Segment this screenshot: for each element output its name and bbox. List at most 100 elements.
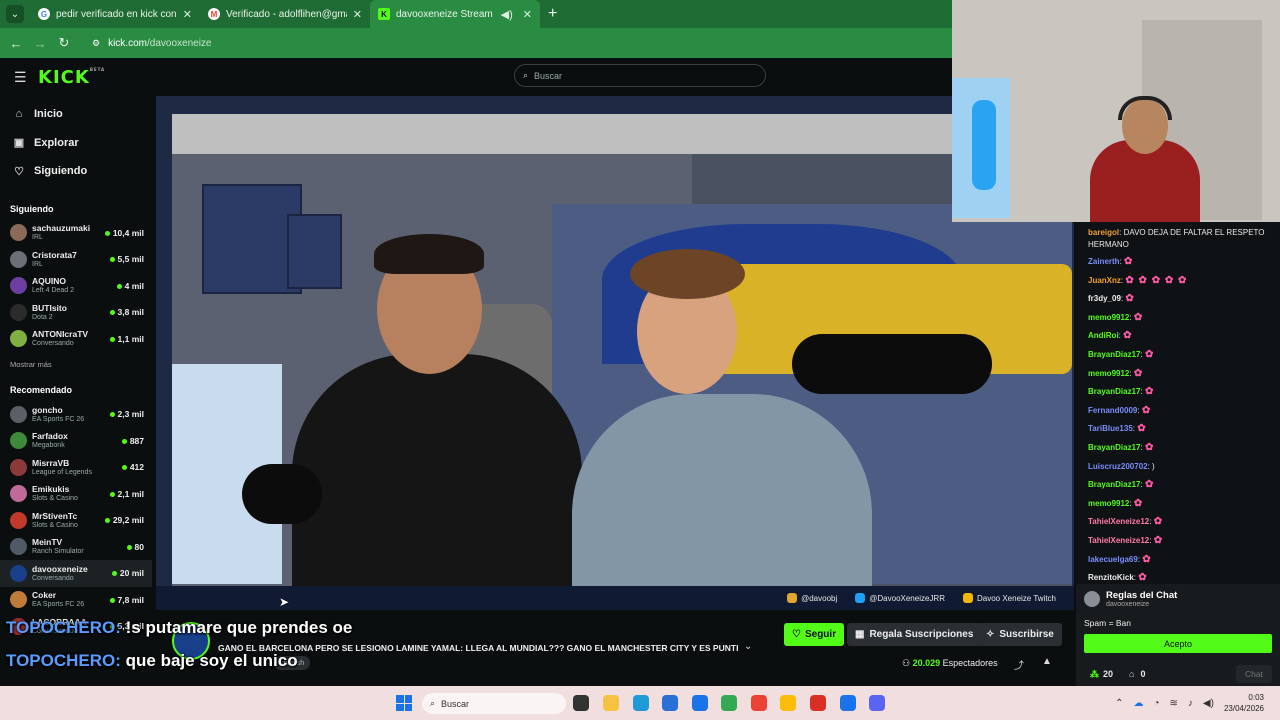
- avatar: [10, 485, 27, 503]
- nav-siguiendo[interactable]: ♡ Siguiendo: [0, 157, 152, 186]
- sidebar-channel-butisito[interactable]: BUTIsito Dota 2 3,8 mil: [0, 299, 152, 326]
- sidebar-channel-mrstiventc[interactable]: MrStivenTc Slots & Casino 29,2 mil: [0, 507, 152, 534]
- close-tab-icon[interactable]: ✕: [523, 8, 532, 21]
- search-input[interactable]: ⌕ Buscar: [514, 64, 766, 87]
- back-icon[interactable]: ←: [4, 36, 28, 51]
- chat-username[interactable]: bareigol: [1088, 228, 1119, 237]
- live-dot-icon: [109, 310, 115, 316]
- show-more-link[interactable]: Mostrar más: [0, 352, 152, 369]
- video-player[interactable]: @davoobj @DavooXeneizeJRR Davoo Xeneize Tw…: [156, 96, 1074, 610]
- chrome-alt-icon[interactable]: [780, 695, 796, 711]
- chat-username[interactable]: Luiscruz200702: [1088, 462, 1148, 471]
- outlook-icon[interactable]: [692, 695, 708, 711]
- app-red-icon[interactable]: [810, 695, 826, 711]
- nav-inicio[interactable]: ⌂ Inicio: [0, 100, 152, 129]
- send-chat-button[interactable]: Chat: [1236, 665, 1272, 683]
- sidebar-channel-emikukis[interactable]: Emikukis Slots & Casino 2,1 mil: [0, 481, 152, 508]
- browser-tab-1[interactable]: G pedir verificado en kick con you ✕: [30, 0, 200, 28]
- start-button[interactable]: [396, 695, 412, 711]
- gift-icon[interactable]: ⌂: [1129, 669, 1134, 679]
- sidebar-channel-davooxeneize[interactable]: davooxeneize Conversando 20 mil: [0, 560, 152, 587]
- chevron-up-icon[interactable]: ⌃: [1115, 698, 1123, 709]
- chrome-profile-icon[interactable]: [751, 695, 767, 711]
- live-dot-icon: [109, 336, 115, 342]
- clock[interactable]: 0:03 23/04/2026: [1224, 692, 1264, 714]
- url-field[interactable]: ⚙ kick.com/davooxeneize: [82, 32, 942, 54]
- emote-icon: ✿: [1137, 423, 1147, 435]
- chrome-active-icon[interactable]: [840, 695, 856, 711]
- sidebar-channel-farfadox[interactable]: Farfadox Megabonk 887: [0, 428, 152, 455]
- store-icon[interactable]: [662, 695, 678, 711]
- chat-username[interactable]: BrayanDiaz17: [1088, 387, 1140, 396]
- menu-icon[interactable]: ☰: [14, 69, 28, 86]
- wifi-icon[interactable]: ≋: [1170, 698, 1178, 709]
- chrome-icon[interactable]: [721, 695, 737, 711]
- taskbar-search[interactable]: ⌕ Buscar: [422, 693, 566, 714]
- browser-tab-3[interactable]: K davooxeneize Stream - Wat ◀) ✕: [370, 0, 540, 28]
- follow-button[interactable]: ♡ Seguir: [784, 623, 845, 646]
- avatar: [10, 224, 27, 242]
- chevron-down-icon[interactable]: ⌄: [744, 641, 752, 652]
- new-tab-button[interactable]: +: [548, 5, 557, 23]
- chat-username[interactable]: fr3dy_09: [1088, 294, 1121, 303]
- reload-icon[interactable]: ↻: [52, 35, 76, 51]
- sidebar-channel-sachauzumaki[interactable]: sachauzumaki IRL 10,4 mil: [0, 220, 152, 247]
- chat-username[interactable]: BrayanDiaz17: [1088, 443, 1140, 452]
- volume-icon[interactable]: ◀): [1203, 698, 1214, 709]
- chat-username[interactable]: Zainerth: [1088, 257, 1120, 266]
- forward-icon[interactable]: →: [28, 36, 52, 51]
- chat-username[interactable]: Fernand0009: [1088, 406, 1137, 415]
- close-tab-icon[interactable]: ✕: [353, 8, 362, 21]
- gift-subs-button[interactable]: ▦ Regala Suscripciones: [847, 623, 982, 646]
- nav-explorar[interactable]: ▣ Explorar: [0, 129, 152, 158]
- chat-username[interactable]: BrayanDiaz17: [1088, 480, 1140, 489]
- chat-username[interactable]: BrayanDiaz17: [1088, 350, 1140, 359]
- sidebar-channel-antonicratv[interactable]: ANTONIcraTV Conversando 1,1 mil: [0, 326, 152, 353]
- beta-badge: BETA: [89, 66, 106, 72]
- close-tab-icon[interactable]: ✕: [183, 8, 192, 21]
- site-info-icon[interactable]: ⚙: [92, 38, 100, 49]
- cloud-icon[interactable]: ☁: [1133, 698, 1143, 709]
- sidebar-channel-aquino[interactable]: AQUINO Left 4 Dead 2 4 mil: [0, 273, 152, 300]
- share-icon[interactable]: ⤴: [1014, 657, 1024, 672]
- chat-message: memo9912: ✿: [1088, 311, 1144, 323]
- chat-username[interactable]: memo9912: [1088, 499, 1129, 508]
- sidebar-channel-coker[interactable]: Coker EA Sports FC 26 7,8 mil: [0, 587, 152, 614]
- avatar: [10, 277, 27, 295]
- chat-username[interactable]: TariBlue135: [1088, 424, 1133, 433]
- sidebar-channel-misrravb[interactable]: MisrraVB League of Legends 412: [0, 454, 152, 481]
- live-dot-icon: [109, 412, 115, 418]
- chat-username[interactable]: TahielXeneize12: [1088, 517, 1149, 526]
- viewer-count: 2,1 mil: [109, 489, 144, 499]
- chat-username[interactable]: memo9912: [1088, 313, 1129, 322]
- task-view-icon[interactable]: [573, 695, 589, 711]
- recommended-list: goncho EA Sports FC 26 2,3 mil Farfadox Mega…: [0, 401, 152, 640]
- chat-username[interactable]: lakecuelga69: [1088, 555, 1138, 564]
- sidebar-channel-meintv[interactable]: MeinTV Ranch Simulator 80: [0, 534, 152, 561]
- points-count: 20: [1103, 669, 1114, 679]
- chat-username[interactable]: RenzitoKick: [1088, 573, 1134, 582]
- subscribe-button[interactable]: ✧ Suscribirse: [978, 623, 1062, 646]
- chat-username[interactable]: TahielXeneize12: [1088, 536, 1149, 545]
- points-icon[interactable]: ⁂: [1090, 669, 1099, 680]
- chat-username[interactable]: memo9912: [1088, 369, 1129, 378]
- file-explorer-icon[interactable]: [603, 695, 619, 711]
- discord-icon[interactable]: [869, 695, 885, 711]
- network-icon[interactable]: ◔: [1153, 698, 1159, 709]
- sidebar-channel-cristorata7[interactable]: Cristorata7 IRL 5,5 mil: [0, 246, 152, 273]
- search-icon: ⌕: [430, 698, 436, 708]
- audio-playing-icon[interactable]: ◀): [501, 8, 513, 21]
- live-dot-icon: [116, 283, 122, 289]
- sidebar-channel-goncho[interactable]: goncho EA Sports FC 26 2,3 mil: [0, 401, 152, 428]
- chat-username[interactable]: JuanXnz: [1088, 276, 1121, 285]
- edge-icon[interactable]: [633, 695, 649, 711]
- browser-tab-2[interactable]: M Verificado - adolflihen@gmail.c ✕: [200, 0, 370, 28]
- report-icon[interactable]: ▲: [1042, 656, 1052, 667]
- stream-frame: [172, 114, 1072, 594]
- accept-rules-button[interactable]: Acepto: [1084, 634, 1272, 653]
- chat-username[interactable]: AndiRoi: [1088, 331, 1119, 340]
- tab-search-button[interactable]: ⌄: [6, 5, 24, 23]
- mic-icon[interactable]: ♪: [1188, 698, 1193, 709]
- stream-caption-line: TOPOCHERO: !s putamare que prendes oe: [6, 618, 353, 637]
- kick-logo[interactable]: KICKBETA: [38, 67, 105, 88]
